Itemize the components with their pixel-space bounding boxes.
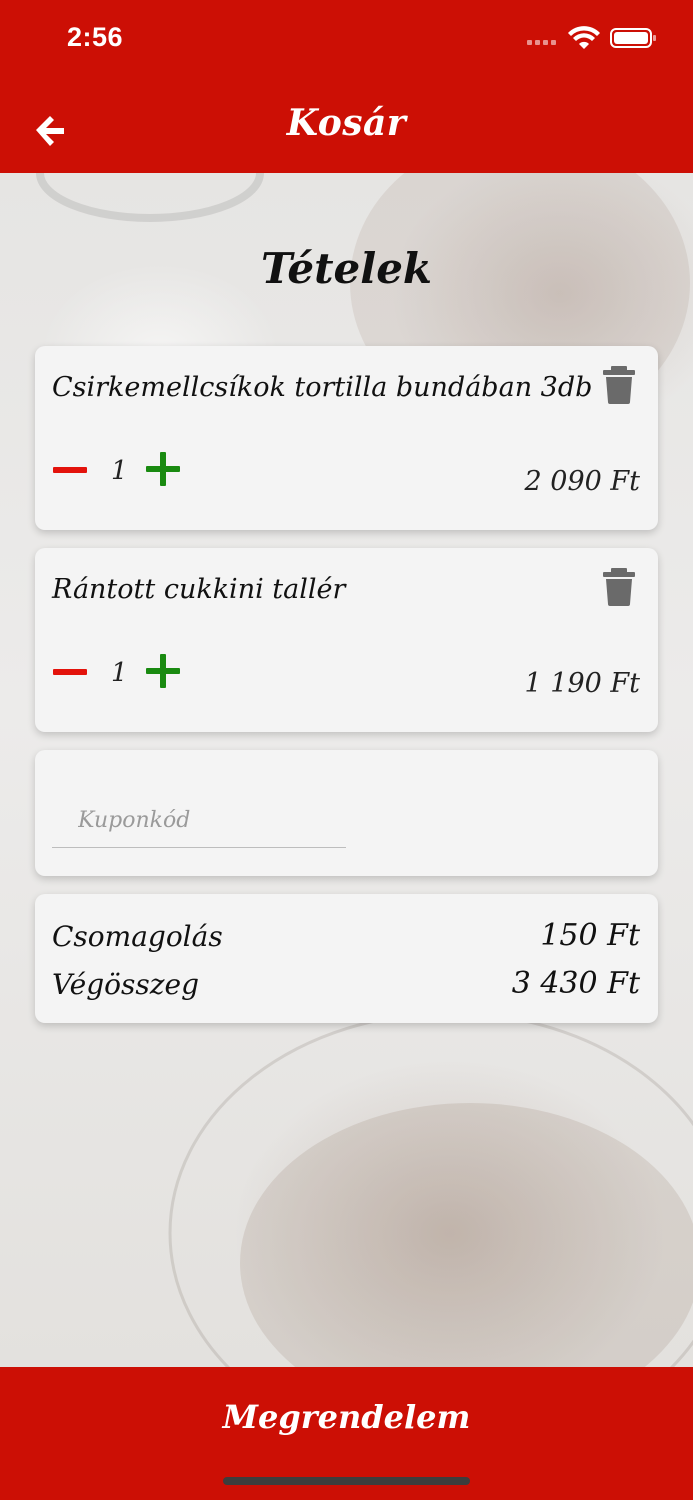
decrease-quantity-button[interactable] bbox=[53, 669, 87, 675]
cart-item-card: Csirkemellcsíkok tortilla bundában 3db 1… bbox=[35, 346, 658, 530]
cellular-signal-icon bbox=[527, 40, 556, 45]
total-value: 3 430 Ft bbox=[511, 966, 640, 1001]
wifi-icon bbox=[568, 26, 600, 49]
coupon-code-input[interactable] bbox=[52, 794, 346, 848]
increase-quantity-button[interactable] bbox=[146, 654, 180, 688]
status-icons bbox=[527, 26, 656, 49]
quantity-value: 1 bbox=[111, 658, 128, 688]
home-indicator[interactable] bbox=[223, 1477, 470, 1485]
increase-quantity-button[interactable] bbox=[146, 452, 180, 486]
item-price: 1 190 Ft bbox=[524, 668, 640, 699]
coupon-card bbox=[35, 750, 658, 876]
place-order-button[interactable]: Megrendelem bbox=[0, 1397, 693, 1437]
cart-item-name: Rántott cukkini tallér bbox=[52, 574, 346, 605]
cart-item-card: Rántott cukkini tallér 1 1 190 Ft bbox=[35, 548, 658, 732]
delete-item-button[interactable] bbox=[602, 366, 636, 404]
packaging-value: 150 Ft bbox=[540, 918, 640, 953]
status-time: 2:56 bbox=[67, 22, 124, 52]
summary-card: Csomagolás 150 Ft Végösszeg 3 430 Ft bbox=[35, 894, 658, 1023]
status-bar: 2:56 bbox=[0, 0, 693, 80]
app-header: Kosár bbox=[0, 80, 693, 173]
trash-icon bbox=[603, 366, 635, 404]
section-title: Tételek bbox=[260, 244, 433, 293]
delete-item-button[interactable] bbox=[602, 568, 636, 606]
total-label: Végösszeg bbox=[52, 968, 199, 1001]
battery-icon bbox=[610, 28, 656, 48]
packaging-label: Csomagolás bbox=[52, 920, 223, 953]
quantity-value: 1 bbox=[111, 456, 128, 486]
trash-icon bbox=[603, 568, 635, 606]
page-title: Kosár bbox=[286, 102, 407, 144]
item-price: 2 090 Ft bbox=[524, 466, 640, 497]
cart-item-name: Csirkemellcsíkok tortilla bundában 3db bbox=[52, 372, 593, 403]
decrease-quantity-button[interactable] bbox=[53, 467, 87, 473]
